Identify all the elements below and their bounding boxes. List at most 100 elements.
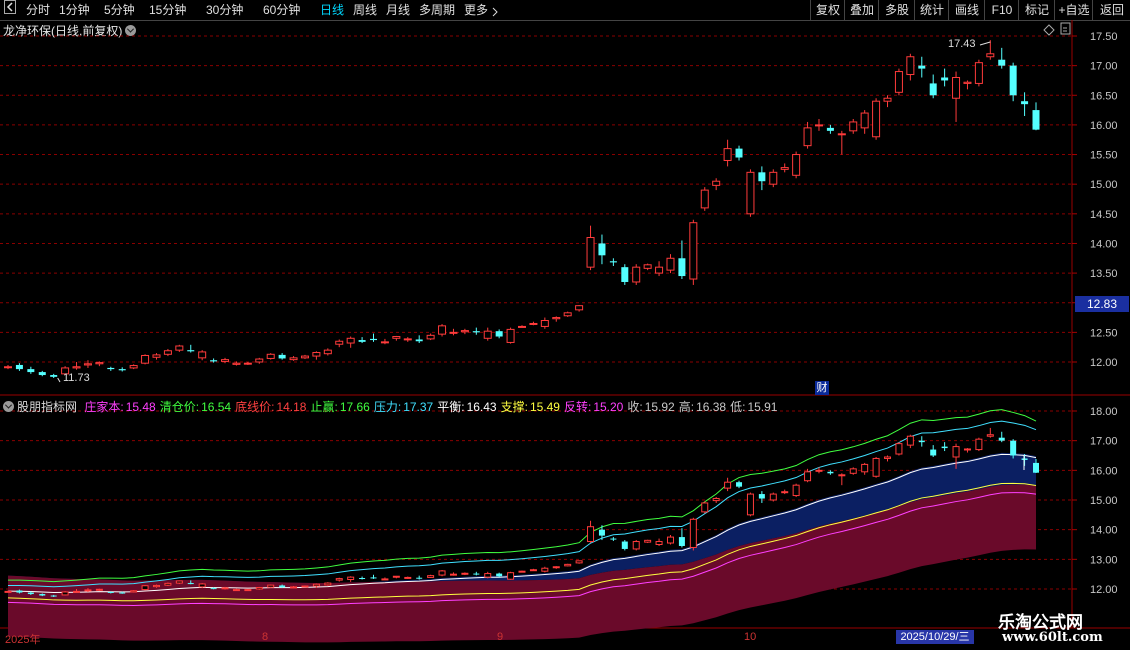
watermark-url: www.60lt.com xyxy=(1002,630,1103,645)
candle-body xyxy=(187,350,195,352)
indicator-value: 15.20 xyxy=(593,400,624,414)
candle-body xyxy=(529,569,537,572)
candle-body xyxy=(758,172,766,182)
candle-body xyxy=(152,354,161,358)
candle-body xyxy=(952,446,960,458)
candle-body xyxy=(837,133,846,136)
candle-body xyxy=(643,264,652,269)
candle-body xyxy=(621,267,629,282)
candle-body xyxy=(416,577,423,579)
candle-body xyxy=(872,457,880,477)
indicator-value: 15.48 xyxy=(125,400,156,414)
candle-body xyxy=(107,591,114,593)
candle-body xyxy=(198,351,207,359)
candle-body xyxy=(1009,65,1017,96)
candle-body xyxy=(84,589,92,592)
candle-body xyxy=(118,369,126,371)
candle-body xyxy=(415,339,423,342)
candle-body xyxy=(666,257,675,271)
x-axis-label: 2025年 xyxy=(5,634,41,646)
indicator-value: 16.43 xyxy=(466,400,497,414)
candle-body xyxy=(279,585,286,588)
candle-body xyxy=(460,330,469,333)
candle-body xyxy=(975,438,983,451)
indicator-value: 15.92 xyxy=(644,400,675,414)
y-tick-label: 12.00 xyxy=(1090,357,1118,369)
candle-body xyxy=(632,266,641,283)
candle-body xyxy=(621,541,628,549)
indicator-item: 底线价: 14.18 xyxy=(235,400,306,414)
candle-body xyxy=(152,584,160,588)
candle-body xyxy=(198,583,206,588)
candle-body xyxy=(335,340,344,345)
candle-body xyxy=(392,336,401,339)
candle-body xyxy=(666,536,674,544)
candle-body xyxy=(4,590,12,593)
candle-body xyxy=(255,587,263,590)
indicator-legend: 股朋指标网 庄家本: 15.48 清仓价: 16.54 底线价: 14.18 止赢: 17.6… xyxy=(3,398,785,415)
candle-body xyxy=(838,474,846,477)
indicator-value: 16.38 xyxy=(696,400,727,414)
candle-body xyxy=(929,83,937,96)
x-axis-label: 8 xyxy=(262,631,269,643)
candle-body xyxy=(175,345,184,351)
candle-body xyxy=(50,595,57,597)
candle-body xyxy=(221,359,230,362)
y-tick-label: 14.50 xyxy=(1090,209,1118,221)
candle-body xyxy=(974,62,983,84)
indicator-label: 清仓价: xyxy=(159,400,200,414)
candle-body xyxy=(986,434,994,437)
indicator-item: 支撑: 15.49 xyxy=(501,400,560,414)
candle-body xyxy=(370,577,377,579)
y-tick-label: 18.00 xyxy=(1090,406,1118,418)
chevron-down-icon[interactable] xyxy=(3,401,14,412)
candle-body xyxy=(986,53,995,58)
candle-body xyxy=(610,538,617,540)
candle-body xyxy=(16,590,23,593)
indicator-label: 底线价: xyxy=(235,400,275,414)
y-tick-label: 16.50 xyxy=(1090,90,1118,102)
candle-body xyxy=(826,127,834,131)
indicator-label: 高: xyxy=(678,400,695,414)
candle-body xyxy=(781,491,789,494)
finance-marker[interactable]: 财 xyxy=(815,381,829,395)
low-price-label: 11.73 xyxy=(63,372,90,384)
candle-body xyxy=(27,369,35,373)
candle-body xyxy=(529,322,538,325)
candle-body xyxy=(175,580,183,584)
y-tick-label: 16.00 xyxy=(1090,465,1118,477)
kline-chart[interactable]: 17.50 17.00 16.50 16.00 15.50 15.00 14.50 14.00… xyxy=(0,0,1130,650)
candle-body xyxy=(609,261,617,263)
candle-body xyxy=(678,258,686,277)
candle-body xyxy=(461,572,469,575)
y-tick-label: 12.00 xyxy=(1090,584,1118,596)
y-tick-label: 16.00 xyxy=(1090,120,1118,132)
candle-body xyxy=(381,578,389,581)
indicator-item: 平衡: 16.43 xyxy=(437,400,496,414)
candle-body xyxy=(129,365,138,369)
candle-body xyxy=(815,469,823,472)
candle-body xyxy=(164,582,172,586)
candle-body xyxy=(27,592,34,595)
candle-body xyxy=(575,560,583,564)
indicator-name: 股朋指标网 xyxy=(17,400,78,414)
candle-body xyxy=(4,366,12,369)
candle-body xyxy=(324,582,332,586)
y-tick-label: 13.00 xyxy=(1090,554,1118,566)
candle-body xyxy=(586,237,595,268)
indicator-label: 庄家本: xyxy=(84,400,124,414)
candle-body xyxy=(73,590,81,593)
candle-body xyxy=(438,325,447,335)
candle-body xyxy=(861,463,869,473)
candle-body xyxy=(644,539,652,543)
candle-body xyxy=(827,471,834,474)
candle-body xyxy=(712,498,720,502)
candle-body xyxy=(335,578,343,581)
candle-body xyxy=(632,541,640,550)
indicator-item: 止赢: 17.66 xyxy=(310,400,369,414)
indicator-item: 收: 15.92 xyxy=(627,400,674,414)
candle-body xyxy=(50,375,58,377)
indicator-value: 15.49 xyxy=(529,400,560,414)
candle-body xyxy=(358,340,366,342)
candle-body xyxy=(552,566,560,569)
